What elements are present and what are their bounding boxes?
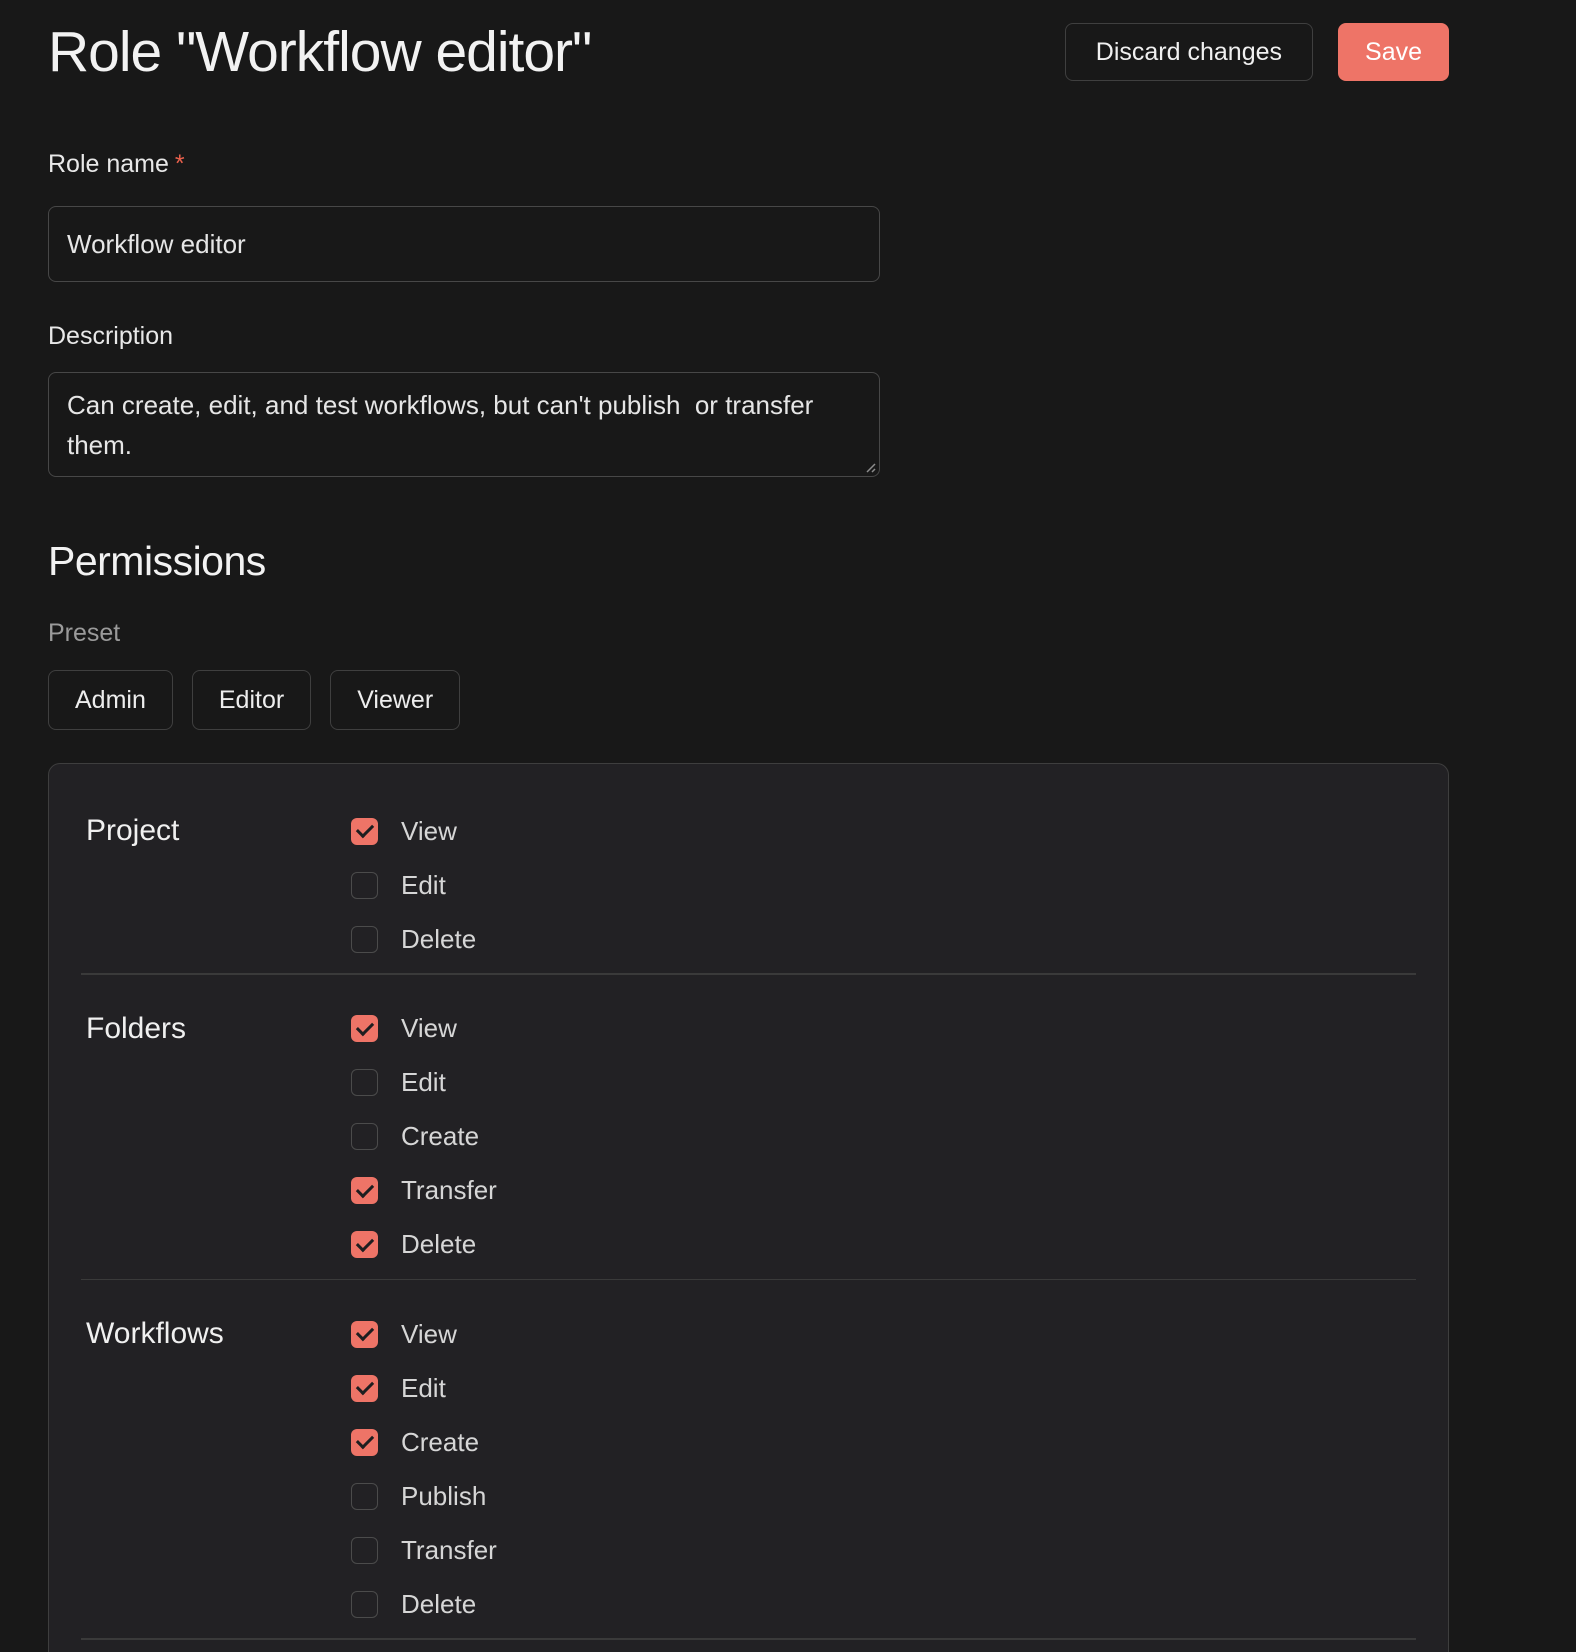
- checkbox-label-folders-delete[interactable]: Delete: [401, 1229, 476, 1260]
- checkbox-project-edit[interactable]: [351, 872, 378, 899]
- checkbox-project-view[interactable]: [351, 818, 378, 845]
- permission-row: View: [351, 804, 1416, 858]
- preset-button-viewer[interactable]: Viewer: [330, 670, 460, 730]
- page-header: Role "Workflow editor" Discard changes S…: [48, 0, 1449, 82]
- permission-row: Delete: [351, 1577, 1416, 1631]
- permissions-panel: Project View Edit Delete Folders View Ed…: [48, 763, 1449, 1652]
- checkbox-label-workflows-create[interactable]: Create: [401, 1427, 479, 1458]
- textarea-resize-handle-icon[interactable]: [861, 458, 876, 473]
- permission-rows: View Edit Delete: [351, 804, 1416, 966]
- required-asterisk: *: [175, 150, 185, 178]
- role-edit-page: Role "Workflow editor" Discard changes S…: [0, 0, 1576, 1652]
- permission-row: Create: [351, 1110, 1416, 1164]
- save-button[interactable]: Save: [1338, 23, 1449, 81]
- permission-row: Create: [351, 1415, 1416, 1469]
- permission-row: Edit: [351, 858, 1416, 912]
- checkbox-label-folders-create[interactable]: Create: [401, 1121, 479, 1152]
- checkbox-workflows-delete[interactable]: [351, 1591, 378, 1618]
- checkbox-label-workflows-view[interactable]: View: [401, 1319, 457, 1350]
- role-name-label: Role name*: [48, 150, 1449, 179]
- permission-rows: View Edit Create Publish Transfer Delete: [351, 1307, 1416, 1631]
- preset-button-row: Admin Editor Viewer: [48, 670, 1449, 730]
- group-divider: [81, 973, 1416, 975]
- checkbox-workflows-transfer[interactable]: [351, 1537, 378, 1564]
- checkbox-label-project-view[interactable]: View: [401, 816, 457, 847]
- checkbox-label-workflows-delete[interactable]: Delete: [401, 1589, 476, 1620]
- permission-group-project: Project View Edit Delete: [81, 804, 1416, 966]
- permission-row: Edit: [351, 1056, 1416, 1110]
- permission-row: Delete: [351, 912, 1416, 966]
- checkbox-label-folders-view[interactable]: View: [401, 1013, 457, 1044]
- permission-group-folders: Folders View Edit Create Transfer Delete: [81, 1002, 1416, 1272]
- checkbox-label-folders-transfer[interactable]: Transfer: [401, 1175, 497, 1206]
- checkbox-folders-view[interactable]: [351, 1015, 378, 1042]
- checkbox-workflows-edit[interactable]: [351, 1375, 378, 1402]
- checkbox-folders-delete[interactable]: [351, 1231, 378, 1258]
- permission-row: Delete: [351, 1218, 1416, 1272]
- description-textarea[interactable]: Can create, edit, and test workflows, bu…: [48, 372, 880, 477]
- group-divider: [81, 1638, 1416, 1640]
- checkbox-workflows-publish[interactable]: [351, 1483, 378, 1510]
- preset-button-editor[interactable]: Editor: [192, 670, 311, 730]
- checkbox-label-workflows-edit[interactable]: Edit: [401, 1373, 446, 1404]
- discard-changes-button[interactable]: Discard changes: [1065, 23, 1313, 81]
- role-name-label-text: Role name: [48, 150, 169, 178]
- permission-rows: View Edit Create Transfer Delete: [351, 1002, 1416, 1272]
- checkbox-label-project-edit[interactable]: Edit: [401, 870, 446, 901]
- permission-row: Publish: [351, 1469, 1416, 1523]
- permission-group-title: Project: [86, 804, 351, 966]
- checkbox-label-folders-edit[interactable]: Edit: [401, 1067, 446, 1098]
- permission-row: Edit: [351, 1361, 1416, 1415]
- checkbox-label-workflows-publish[interactable]: Publish: [401, 1481, 486, 1512]
- checkbox-folders-transfer[interactable]: [351, 1177, 378, 1204]
- permission-group-title: Workflows: [86, 1307, 351, 1631]
- permission-row: View: [351, 1002, 1416, 1056]
- permissions-heading: Permissions: [48, 537, 1449, 585]
- permission-row: View: [351, 1307, 1416, 1361]
- checkbox-project-delete[interactable]: [351, 926, 378, 953]
- page-title: Role "Workflow editor": [48, 22, 591, 82]
- checkbox-label-workflows-transfer[interactable]: Transfer: [401, 1535, 497, 1566]
- checkbox-label-project-delete[interactable]: Delete: [401, 924, 476, 955]
- permission-group-workflows: Workflows View Edit Create Publish Trans…: [81, 1307, 1416, 1631]
- group-divider: [81, 1279, 1416, 1281]
- permission-row: Transfer: [351, 1164, 1416, 1218]
- checkbox-workflows-view[interactable]: [351, 1321, 378, 1348]
- checkbox-folders-edit[interactable]: [351, 1069, 378, 1096]
- preset-button-admin[interactable]: Admin: [48, 670, 173, 730]
- permission-group-title: Folders: [86, 1002, 351, 1272]
- description-field-wrap: Can create, edit, and test workflows, bu…: [48, 372, 880, 477]
- role-name-input[interactable]: [48, 206, 880, 282]
- header-actions: Discard changes Save: [1065, 23, 1449, 81]
- checkbox-workflows-create[interactable]: [351, 1429, 378, 1456]
- permission-row: Transfer: [351, 1523, 1416, 1577]
- preset-label: Preset: [48, 619, 1449, 648]
- checkbox-folders-create[interactable]: [351, 1123, 378, 1150]
- description-label: Description: [48, 322, 1449, 351]
